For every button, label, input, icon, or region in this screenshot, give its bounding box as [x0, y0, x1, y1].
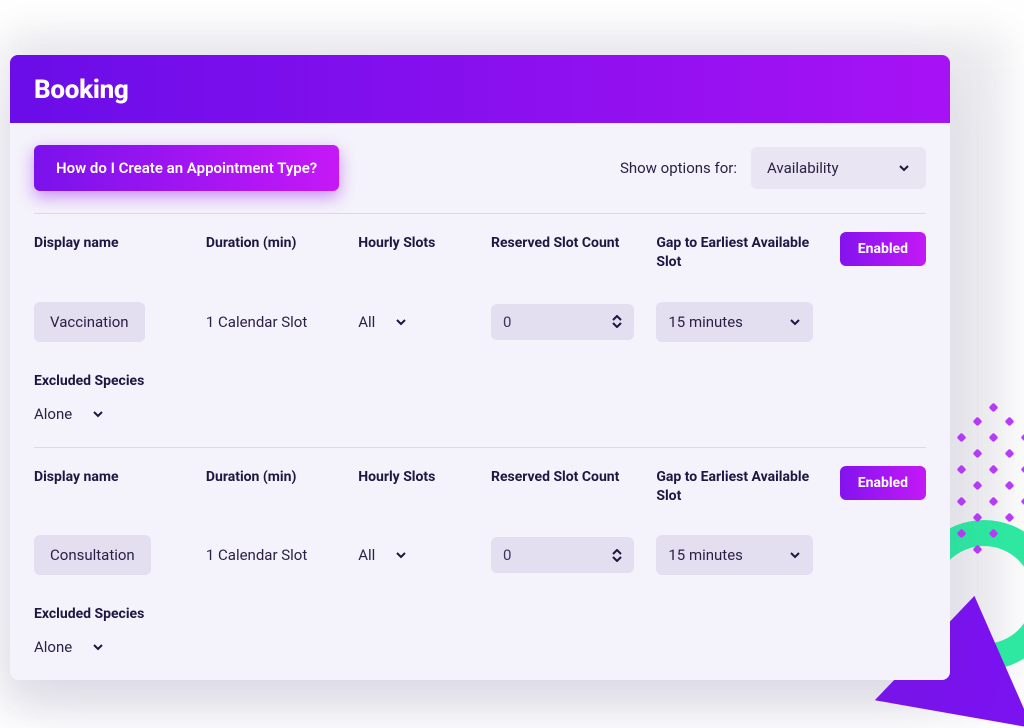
gap-select[interactable]: 15 minutes — [656, 535, 812, 575]
show-options-value: Availability — [767, 159, 839, 177]
column-gap: Gap to Earliest Available Slot — [656, 468, 812, 506]
column-reserved-count: Reserved Slot Count — [491, 234, 634, 253]
column-hourly-slots: Hourly Slots — [358, 468, 469, 487]
reserved-slot-stepper[interactable]: 0 — [491, 537, 634, 573]
column-excluded: Excluded Species — [34, 605, 926, 624]
enabled-toggle[interactable]: Enabled — [840, 232, 926, 266]
appointment-type-row: Display name Duration (min) Hourly Slots… — [10, 448, 950, 681]
column-excluded: Excluded Species — [34, 372, 926, 391]
show-options-select[interactable]: Availability — [751, 147, 926, 189]
card-header: Booking — [10, 55, 950, 123]
chevron-down-icon — [898, 162, 910, 174]
duration-value: 1 Calendar Slot — [206, 546, 336, 564]
show-options-label: Show options for: — [620, 159, 737, 177]
stepper-arrows-icon — [612, 549, 622, 562]
booking-card: Booking How do I Create an Appointment T… — [10, 55, 950, 680]
chevron-down-icon — [92, 408, 104, 420]
column-duration: Duration (min) — [206, 468, 336, 487]
excluded-species-select[interactable]: Alone — [34, 405, 104, 423]
display-name-input[interactable]: Consultation — [34, 535, 151, 575]
page-title: Booking — [34, 75, 926, 105]
chevron-down-icon — [789, 316, 801, 328]
column-gap: Gap to Earliest Available Slot — [656, 234, 812, 272]
column-reserved-count: Reserved Slot Count — [491, 468, 634, 487]
column-duration: Duration (min) — [206, 234, 336, 253]
hourly-slots-select[interactable]: All — [358, 313, 469, 331]
column-display-name: Display name — [34, 468, 184, 487]
excluded-species-select[interactable]: Alone — [34, 638, 104, 656]
duration-value: 1 Calendar Slot — [206, 313, 336, 331]
chevron-down-icon — [395, 549, 407, 561]
display-name-input[interactable]: Vaccination — [34, 302, 145, 342]
chevron-down-icon — [789, 549, 801, 561]
gap-select[interactable]: 15 minutes — [656, 302, 812, 342]
stepper-arrows-icon — [612, 315, 622, 328]
enabled-toggle[interactable]: Enabled — [840, 466, 926, 500]
column-hourly-slots: Hourly Slots — [358, 234, 469, 253]
appointment-type-row: Display name Duration (min) Hourly Slots… — [10, 214, 950, 447]
help-create-appointment-button[interactable]: How do I Create an Appointment Type? — [34, 145, 339, 191]
hourly-slots-select[interactable]: All — [358, 546, 469, 564]
column-display-name: Display name — [34, 234, 184, 253]
reserved-slot-stepper[interactable]: 0 — [491, 304, 634, 340]
chevron-down-icon — [92, 641, 104, 653]
chevron-down-icon — [395, 316, 407, 328]
